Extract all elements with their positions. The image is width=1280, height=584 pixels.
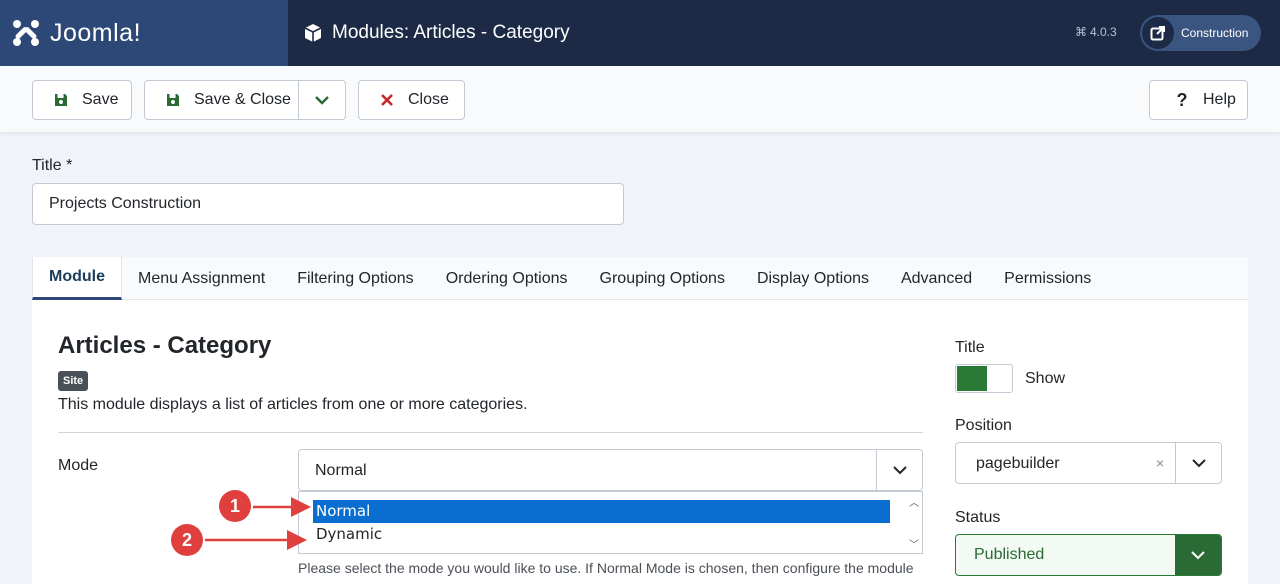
tab-ordering-options[interactable]: Ordering Options bbox=[430, 257, 584, 300]
divider bbox=[58, 432, 923, 433]
version-label: ⌘ 4.0.3 bbox=[1075, 25, 1117, 39]
question-icon: ? bbox=[1176, 89, 1188, 110]
title-input[interactable] bbox=[32, 183, 624, 225]
status-select[interactable]: Published bbox=[955, 534, 1222, 576]
save-close-button[interactable]: Save & Close bbox=[145, 81, 300, 119]
callout-2: 2 bbox=[171, 524, 203, 556]
top-header: Joomla! Modules: Articles - Category ⌘ 4… bbox=[0, 0, 1280, 66]
chevron-down-icon bbox=[876, 450, 922, 490]
clear-icon[interactable]: × bbox=[1156, 455, 1164, 471]
help-button[interactable]: ? Help bbox=[1149, 80, 1248, 120]
chevron-down-icon bbox=[1175, 535, 1221, 575]
save-icon bbox=[52, 91, 70, 109]
chevron-down-icon bbox=[1175, 443, 1221, 483]
scroll-up-icon[interactable]: ︿ bbox=[909, 494, 919, 509]
toggle-state-label: Show bbox=[1025, 370, 1066, 387]
scroll-down-icon[interactable]: ﹀ bbox=[909, 536, 919, 551]
tab-permissions[interactable]: Permissions bbox=[988, 257, 1107, 300]
mode-option-normal[interactable]: Normal bbox=[313, 500, 890, 523]
show-title-label: Title bbox=[955, 339, 985, 356]
mode-help-text: Please select the mode you would like to… bbox=[298, 560, 914, 576]
tab-display-options[interactable]: Display Options bbox=[741, 257, 885, 300]
module-description: This module displays a list of articles … bbox=[58, 396, 528, 413]
toolbar: Save Save & Close Close ? Help bbox=[0, 66, 1280, 133]
tab-bar: Module Menu Assignment Filtering Options… bbox=[32, 257, 1248, 300]
status-label: Status bbox=[955, 509, 1001, 526]
mode-selected-value: Normal bbox=[315, 462, 367, 479]
mode-label: Mode bbox=[58, 457, 99, 474]
toggle-on-indicator bbox=[957, 366, 987, 391]
close-button[interactable]: Close bbox=[358, 80, 465, 120]
cube-icon bbox=[304, 24, 322, 42]
chevron-down-icon bbox=[315, 96, 329, 105]
save-close-group: Save & Close bbox=[144, 80, 346, 120]
external-link-icon bbox=[1142, 17, 1174, 49]
joomla-small-icon: ⌘ bbox=[1075, 25, 1087, 39]
show-title-toggle[interactable] bbox=[955, 364, 1013, 393]
module-heading: Articles - Category bbox=[58, 332, 272, 359]
position-value: pagebuilder bbox=[976, 455, 1060, 472]
status-value: Published bbox=[974, 546, 1045, 563]
save-icon bbox=[164, 91, 182, 109]
tab-menu-assignment[interactable]: Menu Assignment bbox=[122, 257, 281, 300]
callout-1: 1 bbox=[219, 490, 251, 522]
tab-filtering-options[interactable]: Filtering Options bbox=[281, 257, 430, 300]
position-select[interactable]: pagebuilder × bbox=[955, 442, 1222, 484]
save-button[interactable]: Save bbox=[32, 80, 132, 120]
tab-grouping-options[interactable]: Grouping Options bbox=[584, 257, 741, 300]
mode-dropdown-list: Normal Dynamic ︿ ﹀ bbox=[298, 491, 923, 554]
joomla-logo-icon bbox=[13, 20, 39, 46]
tab-module[interactable]: Module bbox=[32, 257, 122, 300]
tab-advanced[interactable]: Advanced bbox=[885, 257, 988, 300]
page-title: Modules: Articles - Category bbox=[332, 22, 570, 43]
joomla-logo[interactable]: Joomla! bbox=[0, 0, 288, 66]
close-icon bbox=[378, 91, 396, 109]
position-label: Position bbox=[955, 417, 1012, 434]
site-name: Construction bbox=[1181, 26, 1249, 40]
site-badge: Site bbox=[58, 371, 89, 391]
title-label: Title * bbox=[32, 157, 73, 174]
mode-select[interactable]: Normal bbox=[298, 449, 923, 491]
view-site-button[interactable]: Construction bbox=[1140, 15, 1261, 51]
mode-option-dynamic[interactable]: Dynamic bbox=[313, 523, 890, 546]
save-options-dropdown[interactable] bbox=[299, 81, 345, 119]
brand-name: Joomla! bbox=[50, 18, 142, 47]
